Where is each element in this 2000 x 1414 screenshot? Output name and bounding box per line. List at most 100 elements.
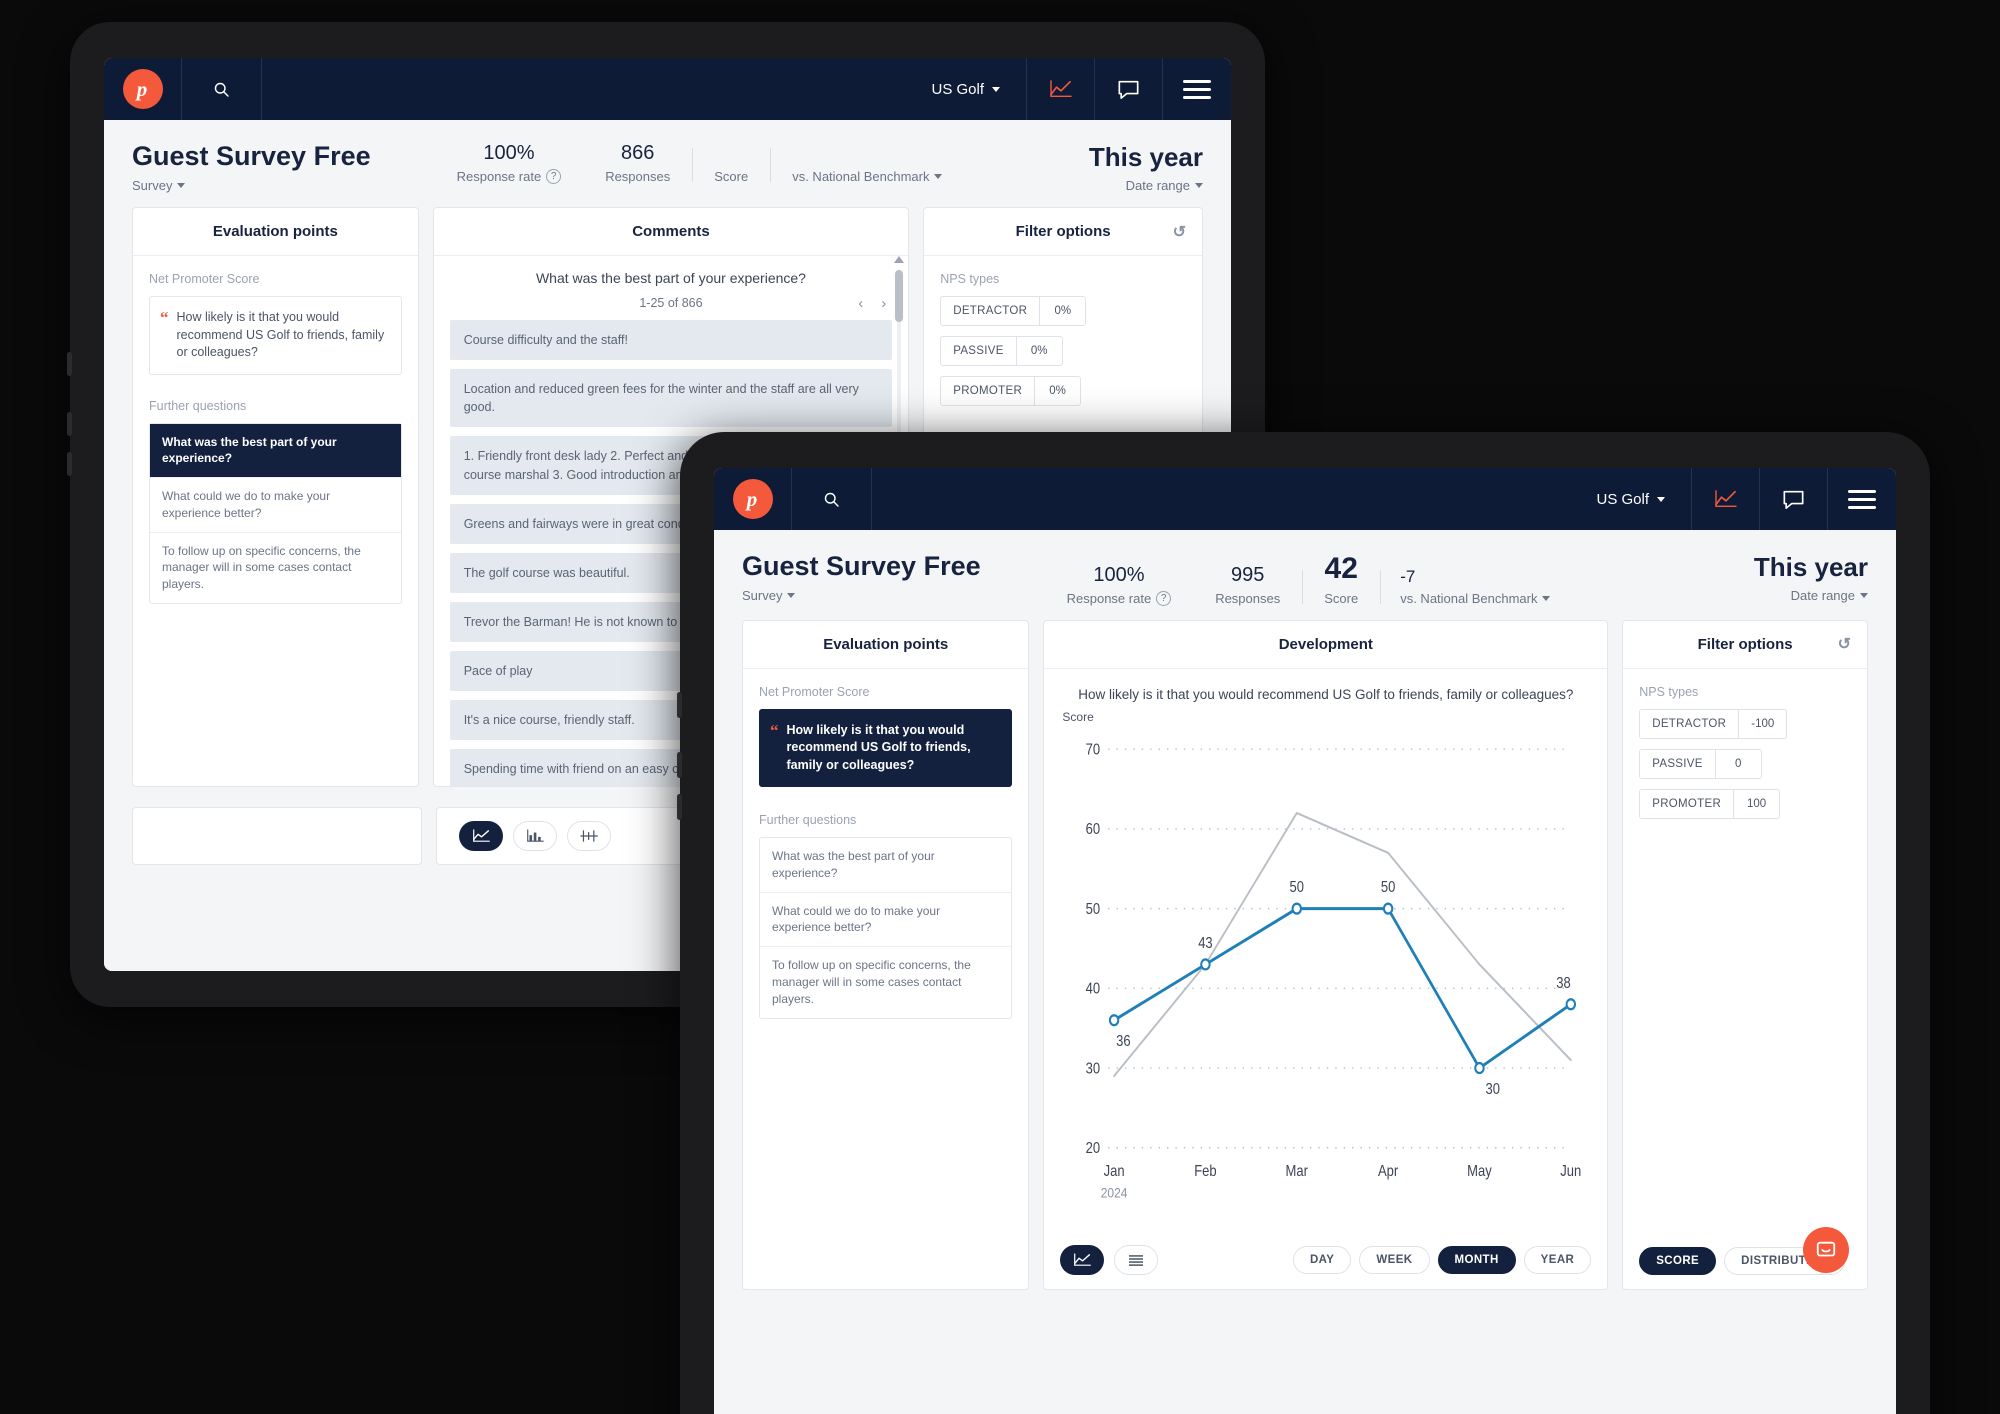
chart-area: 20 30 40 50 60 70 36 43 50 50 30 38 Jan Feb Mar Apr May J… <box>1044 728 1607 1235</box>
back-title-block: Guest Survey Free Survey <box>132 141 371 193</box>
comments-panel-title: Comments <box>433 208 909 256</box>
scatter-chart-toggle[interactable] <box>567 821 611 851</box>
chat-bubble-icon <box>1118 80 1139 99</box>
account-selector[interactable]: US Golf <box>1570 468 1692 530</box>
stat-benchmark[interactable]: -7 vs. National Benchmark <box>1380 567 1572 606</box>
table-view-toggle[interactable] <box>1114 1244 1159 1275</box>
survey-selector[interactable]: Survey <box>132 178 371 193</box>
chat-bubble-icon <box>1783 490 1804 509</box>
list-item[interactable]: To follow up on specific concerns, the m… <box>150 533 401 603</box>
nps-types-label: NPS types <box>1639 684 1699 699</box>
nps-question-card[interactable]: “ How likely is it that you would recomm… <box>759 708 1013 787</box>
svg-text:20: 20 <box>1086 1140 1101 1157</box>
search-button[interactable] <box>182 58 262 120</box>
mode-score-button[interactable]: SCORE <box>1639 1246 1717 1275</box>
front-tablet-screen: p US Golf Guest Survey Free Survey 100% … <box>714 468 1896 1414</box>
comments-pager-arrows: ‹ › <box>858 295 886 312</box>
account-selector[interactable]: US Golf <box>905 58 1027 120</box>
scroll-up-icon[interactable] <box>894 256 905 263</box>
further-questions-list: What was the best part of your experienc… <box>759 837 1013 1019</box>
svg-text:40: 40 <box>1086 980 1101 997</box>
nps-group-label: Net Promoter Score <box>149 272 260 286</box>
menu-button[interactable] <box>1828 468 1896 530</box>
nps-chip-group: DETRACTOR -100 PASSIVE 0 PROMOTER 100 <box>1639 708 1851 819</box>
range-day-button[interactable]: DAY <box>1292 1245 1352 1274</box>
help-icon[interactable]: ? <box>546 169 562 184</box>
score-label: Score <box>714 169 749 184</box>
analytics-button[interactable] <box>1692 468 1760 530</box>
nps-chip-detractor[interactable]: DETRACTOR 0% <box>940 296 1087 326</box>
list-item[interactable]: What was the best part of your experienc… <box>760 838 1012 893</box>
nps-question-card[interactable]: “ How likely is it that you would recomm… <box>149 296 402 375</box>
scrollbar-thumb[interactable] <box>895 270 904 322</box>
development-panel-title: Development <box>1044 621 1608 669</box>
next-page-button[interactable]: › <box>881 295 886 312</box>
reset-icon[interactable]: ↺ <box>1173 222 1186 242</box>
nps-chip-passive[interactable]: PASSIVE 0% <box>940 336 1063 366</box>
front-panels-row: Evaluation points Net Promoter Score “ H… <box>714 619 1896 1310</box>
app-logo[interactable]: p <box>714 468 792 530</box>
prev-page-button[interactable]: ‹ <box>858 295 863 312</box>
app-logo[interactable]: p <box>104 58 182 120</box>
response-rate-label: Response rate ? <box>1067 590 1172 606</box>
svg-text:50: 50 <box>1381 879 1396 896</box>
reset-icon[interactable]: ↺ <box>1838 634 1851 654</box>
help-icon[interactable]: ? <box>1156 590 1172 606</box>
stat-response-rate: 100% Response rate ? <box>435 142 584 184</box>
nps-chip-promoter[interactable]: PROMOTER 0% <box>940 376 1082 406</box>
survey-selector[interactable]: Survey <box>742 588 981 603</box>
score-label: Score <box>1324 590 1359 606</box>
analytics-button[interactable] <box>1027 58 1095 120</box>
back-date-range[interactable]: This year Date range <box>1089 142 1203 193</box>
list-item[interactable]: What could we do to make your experience… <box>760 893 1012 948</box>
date-range-label: Date range <box>1754 588 1868 603</box>
nps-question-text: How likely is it that you would recommen… <box>786 722 971 772</box>
front-date-range[interactable]: This year Date range <box>1754 552 1868 603</box>
bar-chart-icon <box>526 829 544 842</box>
list-item[interactable]: What could we do to make your experience… <box>150 478 401 533</box>
stat-benchmark[interactable]: vs. National Benchmark <box>770 148 964 184</box>
support-chat-button[interactable] <box>1803 1226 1849 1273</box>
stat-responses: 995 Responses <box>1193 564 1302 606</box>
nps-chip-promoter[interactable]: PROMOTER 100 <box>1639 788 1781 819</box>
range-month-button[interactable]: MONTH <box>1437 1245 1516 1274</box>
further-questions-label: Further questions <box>759 813 857 827</box>
line-chart-icon <box>1073 1252 1091 1266</box>
bar-chart-toggle[interactable] <box>513 821 557 851</box>
quote-icon: “ <box>770 720 779 740</box>
range-year-button[interactable]: YEAR <box>1523 1245 1592 1274</box>
nps-chip-detractor[interactable]: DETRACTOR -100 <box>1639 708 1788 739</box>
list-item[interactable]: Location and reduced green fees for the … <box>449 369 893 428</box>
time-range-group: DAY WEEK MONTH YEAR <box>1292 1245 1592 1274</box>
svg-text:Apr: Apr <box>1378 1163 1399 1180</box>
comments-pager-text: 1-25 of 866 <box>639 296 703 310</box>
svg-text:50: 50 <box>1290 879 1305 896</box>
front-evaluation-panel: Evaluation points Net Promoter Score “ H… <box>742 619 1030 1290</box>
back-tablet-side-button-3 <box>67 452 72 476</box>
messages-button[interactable] <box>1095 58 1163 120</box>
back-nav-right: US Golf <box>905 58 1231 120</box>
nps-types-label: NPS types <box>940 272 1000 286</box>
svg-text:2024: 2024 <box>1101 1184 1128 1200</box>
list-item[interactable]: What was the best part of your experienc… <box>150 423 401 479</box>
response-rate-value: 100% <box>1093 563 1145 586</box>
list-item[interactable]: To follow up on specific concerns, the m… <box>760 947 1011 1017</box>
range-week-button[interactable]: WEEK <box>1359 1245 1430 1274</box>
front-tablet-device: p US Golf Guest Survey Free Survey 100% … <box>677 432 1930 1414</box>
line-chart-toggle[interactable] <box>459 821 503 851</box>
search-icon <box>824 492 839 507</box>
svg-text:38: 38 <box>1557 974 1572 991</box>
chevron-down-icon <box>1195 183 1203 188</box>
development-line-chart[interactable]: 20 30 40 50 60 70 36 43 50 50 30 38 Jan Feb Mar Apr May J… <box>1052 728 1593 1235</box>
svg-text:36: 36 <box>1116 1033 1131 1050</box>
messages-button[interactable] <box>1760 468 1828 530</box>
front-tablet-side-button-1 <box>677 692 682 718</box>
responses-value: 995 <box>1231 563 1265 586</box>
search-button[interactable] <box>792 468 872 530</box>
line-chart-toggle[interactable] <box>1060 1244 1105 1275</box>
nps-chip-passive[interactable]: PASSIVE 0 <box>1639 748 1762 779</box>
list-item[interactable]: Course difficulty and the staff! <box>449 320 893 361</box>
menu-button[interactable] <box>1163 58 1231 120</box>
